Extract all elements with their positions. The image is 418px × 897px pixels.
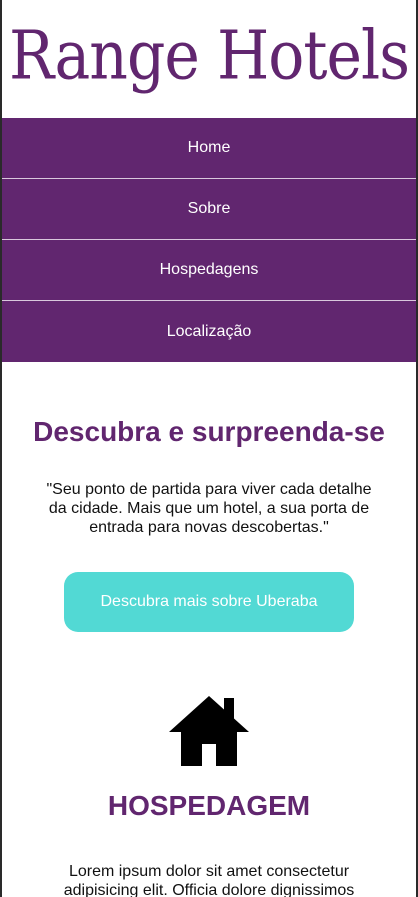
nav-item-hospedagens[interactable]: Hospedagens — [2, 240, 416, 301]
site-logo[interactable]: Range Hotels — [9, 22, 410, 89]
lodging-title: HOSPEDAGEM — [107, 790, 311, 821]
hero-quote: "Seu ponto de partida para viver cada de… — [46, 481, 372, 536]
house-icon — [169, 696, 249, 766]
main-nav: Home Sobre Hospedagens Localização — [2, 118, 416, 362]
site-header: Range Hotels — [2, 0, 416, 118]
nav-item-home[interactable]: Home — [2, 118, 416, 179]
lodging-text: Lorem ipsum dolor sit amet consectetur a… — [63, 863, 355, 897]
hero-title: Descubra e surpreenda-se — [33, 416, 385, 447]
hero-section: Descubra e surpreenda-se "Seu ponto de p… — [2, 362, 416, 632]
lodging-section: HOSPEDAGEM Lorem ipsum dolor sit amet co… — [2, 694, 416, 897]
discover-uberaba-button[interactable]: Descubra mais sobre Uberaba — [64, 572, 354, 632]
nav-item-sobre[interactable]: Sobre — [2, 179, 416, 240]
nav-item-localizacao[interactable]: Localização — [2, 301, 416, 362]
page-frame: Range Hotels Home Sobre Hospedagens Loca… — [0, 0, 418, 897]
